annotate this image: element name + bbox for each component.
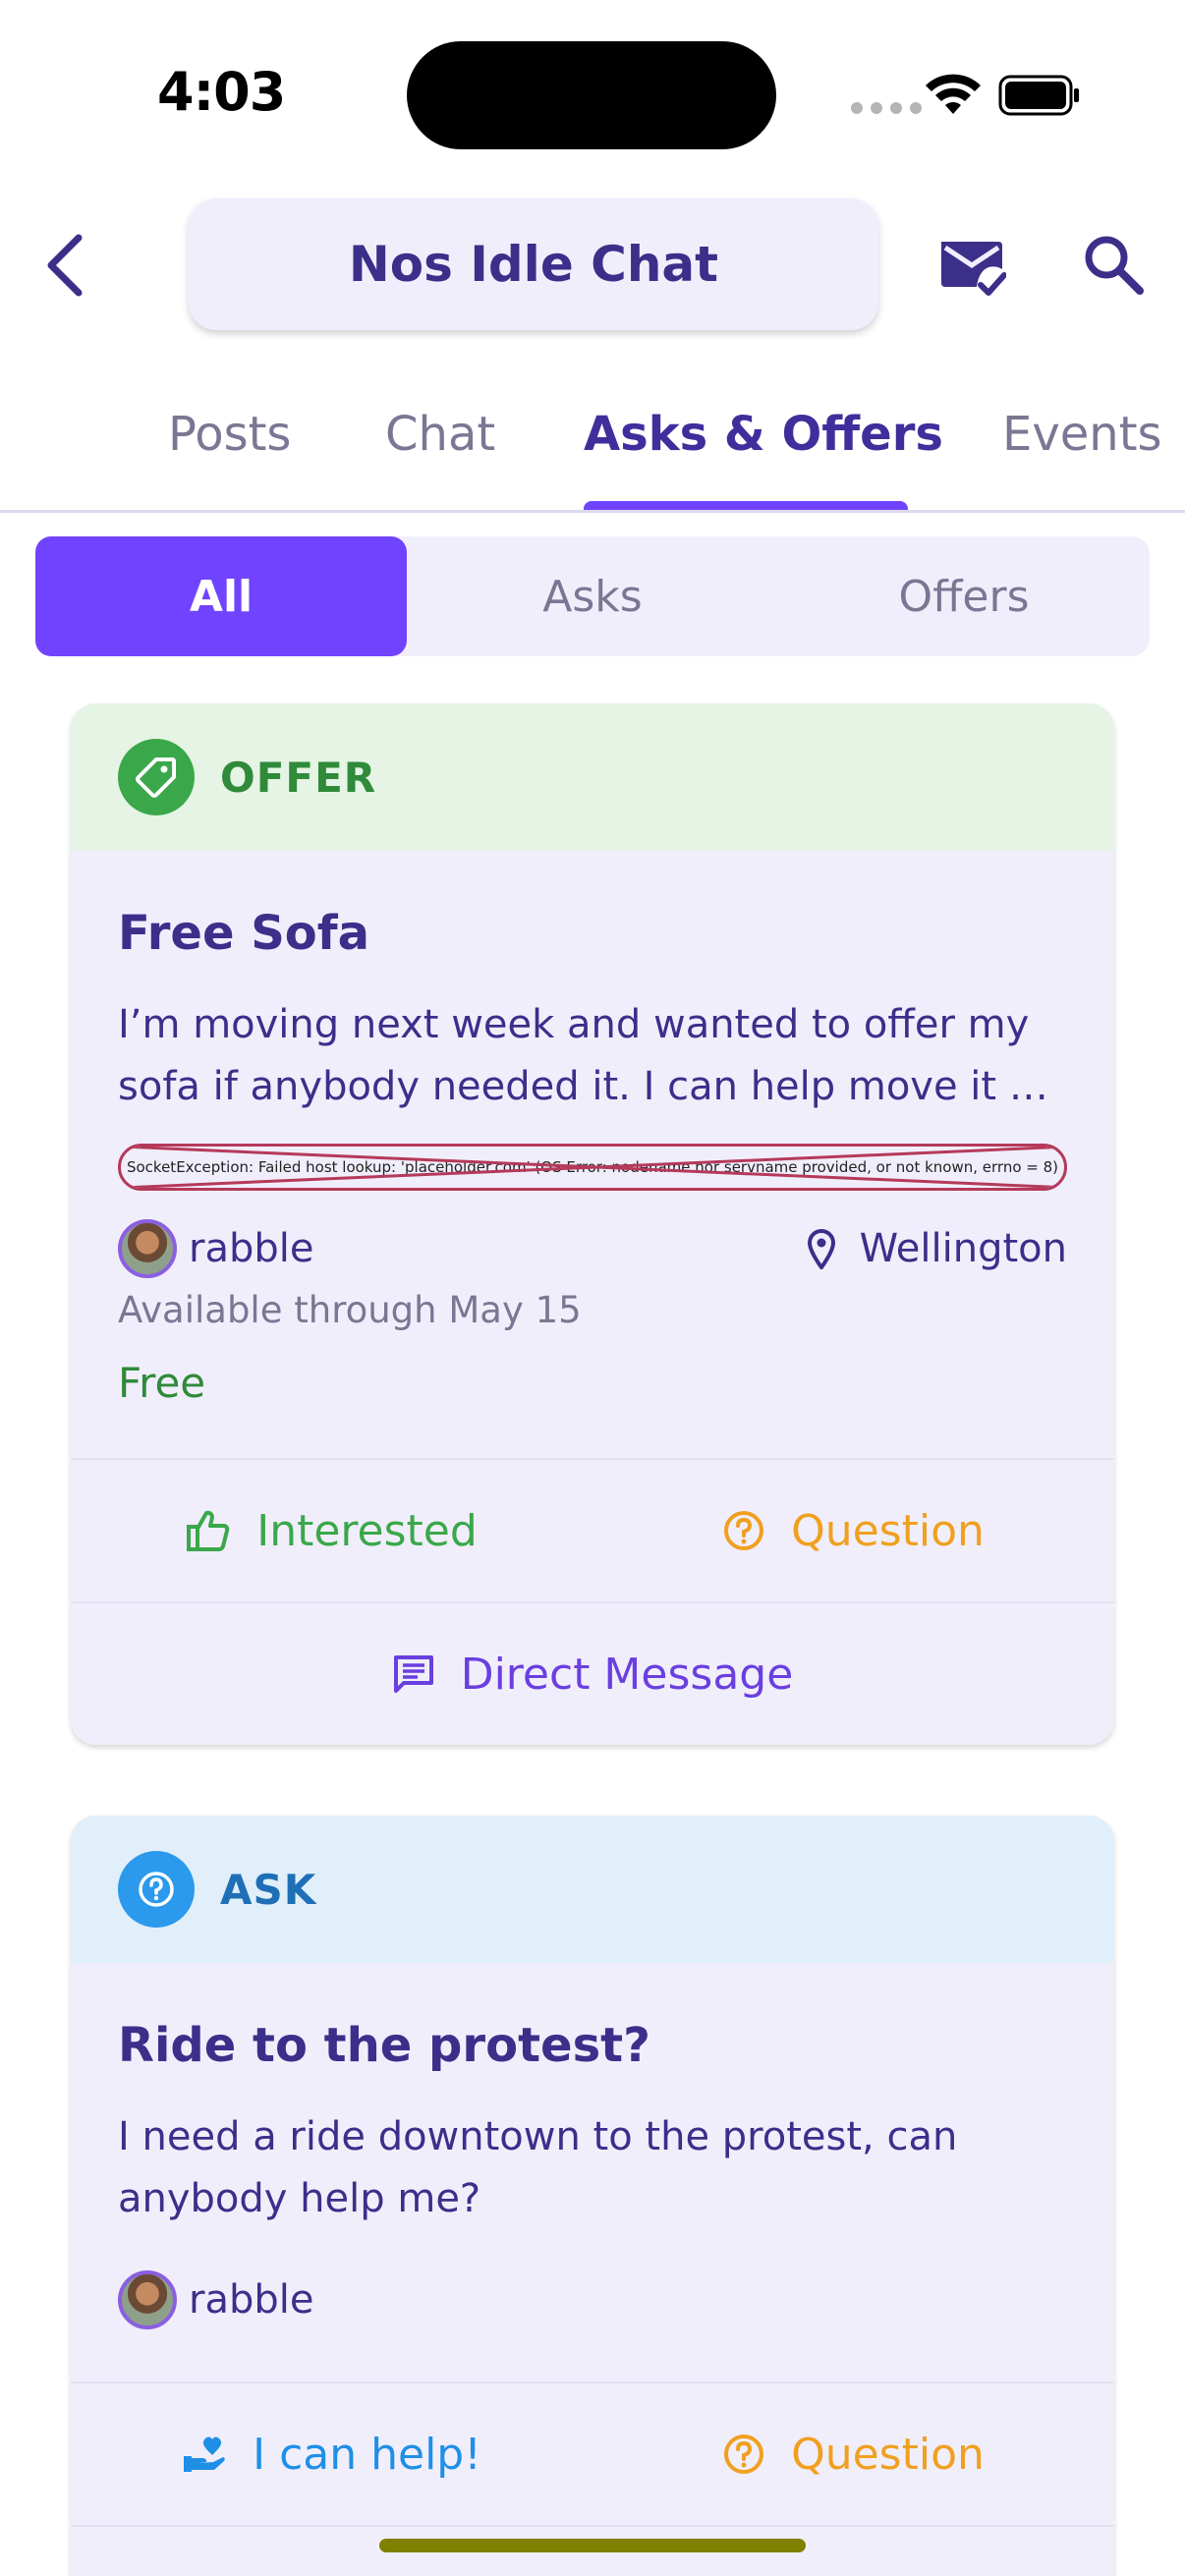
author[interactable]: rabble (118, 2270, 313, 2329)
question-icon (118, 1851, 195, 1928)
offer-type-label: OFFER (220, 753, 377, 802)
home-indicator[interactable] (379, 2539, 806, 2552)
filter-segmented-control: All Asks Offers (35, 536, 1150, 656)
question-label: Question (791, 1505, 985, 1556)
interested-label: Interested (256, 1505, 478, 1556)
author-name: rabble (189, 2277, 314, 2323)
card-title: Free Sofa (118, 906, 370, 961)
question-button[interactable]: Question (592, 2383, 1114, 2525)
card-header: OFFER (71, 703, 1114, 851)
card-header: ASK (71, 1816, 1114, 1963)
image-error-placeholder: SocketException: Failed host lookup: 'pl… (118, 1144, 1067, 1191)
status-bar: 4:03 (0, 0, 1185, 187)
card-title: Ride to the protest? (118, 2018, 650, 2073)
i-can-help-button[interactable]: I can help! (71, 2383, 592, 2525)
ask-card[interactable]: ASK Ride to the protest? I need a ride d… (71, 1816, 1114, 2576)
interested-button[interactable]: Interested (71, 1460, 592, 1601)
page-title: Nos Idle Chat (348, 236, 719, 293)
dynamic-island (407, 41, 776, 149)
card-body: Free Sofa I’m moving next week and wante… (71, 851, 1114, 1407)
meta-row: rabble Wellington (118, 1218, 1067, 1279)
status-time: 4:03 (157, 61, 286, 123)
action-row: I can help! Question (71, 2381, 1114, 2525)
message-row: Direct Message (71, 1601, 1114, 1745)
action-row: Interested Question (71, 1458, 1114, 1601)
mail-read-icon[interactable] (937, 236, 1006, 299)
group-title-button[interactable]: Nos Idle Chat (189, 198, 878, 330)
tab-asks-offers[interactable]: Asks & Offers (584, 407, 943, 462)
filter-offers[interactable]: Offers (778, 536, 1150, 656)
question-label: Question (791, 2429, 985, 2480)
ask-type-label: ASK (220, 1865, 317, 1914)
avatar (118, 1219, 177, 1278)
filter-all[interactable]: All (35, 536, 407, 656)
question-circle-icon (724, 2435, 764, 2474)
question-circle-icon (724, 1511, 764, 1550)
chat-message-icon (393, 1655, 433, 1693)
author[interactable]: rabble (118, 1219, 313, 1278)
chevron-left-icon (47, 234, 83, 297)
location: Wellington (807, 1226, 1067, 1271)
error-cross-icon (121, 1147, 1064, 1188)
card-body: Ride to the protest? I need a ride downt… (71, 1963, 1114, 2330)
direct-message-button[interactable]: Direct Message (71, 1603, 1114, 1745)
active-tab-indicator (584, 501, 908, 510)
question-button[interactable]: Question (592, 1460, 1114, 1601)
tab-chat[interactable]: Chat (385, 407, 495, 462)
i-can-help-label: I can help! (253, 2429, 481, 2480)
card-description: I need a ride downtown to the protest, c… (118, 2114, 958, 2221)
card-description: I’m moving next week and wanted to offer… (118, 1002, 1048, 1109)
tag-icon (118, 739, 195, 815)
location-name: Wellington (859, 1226, 1067, 1271)
battery-icon (998, 75, 1079, 116)
tab-bar: Posts Chat Asks & Offers Events (0, 373, 1185, 513)
direct-message-label: Direct Message (460, 1649, 794, 1700)
price: Free (118, 1359, 206, 1407)
search-icon[interactable] (1081, 232, 1146, 297)
cellular-signal-icon (851, 102, 922, 114)
thumbs-up-icon (187, 1510, 230, 1551)
wifi-icon (926, 74, 981, 114)
offer-card[interactable]: OFFER Free Sofa I’m moving next week and… (71, 703, 1114, 1745)
author-name: rabble (189, 1226, 314, 1271)
helping-hand-icon (184, 2436, 225, 2472)
tab-events[interactable]: Events (1002, 407, 1162, 462)
map-pin-icon (807, 1229, 835, 1269)
filter-asks[interactable]: Asks (407, 536, 778, 656)
header: Nos Idle Chat (0, 187, 1185, 344)
back-button[interactable] (39, 228, 90, 303)
availability: Available through May 15 (118, 1289, 582, 1331)
meta-row: rabble (118, 2269, 1067, 2330)
avatar (118, 2270, 177, 2329)
tab-posts[interactable]: Posts (168, 407, 291, 462)
